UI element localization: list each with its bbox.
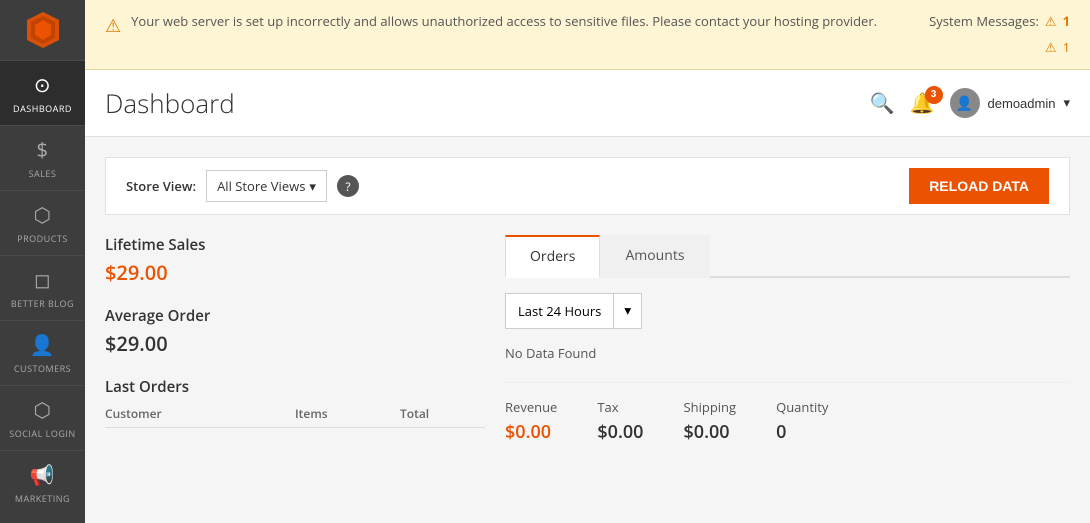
sidebar-item-marketing[interactable]: 📢 MARKETING (0, 450, 85, 515)
revenue-stat: Revenue $0.00 (505, 398, 557, 444)
store-view-select[interactable]: All Store Views ▾ (206, 170, 327, 202)
time-period-select[interactable]: Last 24 Hours (505, 293, 614, 329)
revenue-value: $0.00 (505, 420, 557, 444)
page-title: Dashboard (105, 85, 235, 121)
secondary-warning-icon: ⚠ (1045, 38, 1057, 56)
shipping-value: $0.00 (683, 420, 736, 444)
quantity-value: 0 (776, 420, 828, 444)
tax-value: $0.00 (597, 420, 643, 444)
marketing-icon: 📢 (30, 461, 55, 488)
chevron-down-icon: ▾ (1063, 95, 1070, 111)
sidebar: ⊙ DASHBOARD $ SALES ⬡ PRODUCTS ◻ BETTER … (0, 0, 85, 523)
quantity-stat: Quantity 0 (776, 398, 828, 444)
sidebar-item-customers[interactable]: 👤 CUSTOMERS (0, 320, 85, 385)
customers-icon: 👤 (30, 331, 55, 358)
warning-left: ⚠ Your web server is set up incorrectly … (105, 12, 929, 38)
sidebar-item-sales[interactable]: $ SALES (0, 125, 85, 190)
system-messages-warning-icon: ⚠ (1045, 12, 1057, 30)
dashboard-grid: Lifetime Sales $29.00 Average Order $29.… (105, 235, 1070, 448)
warning-banner: ⚠ Your web server is set up incorrectly … (85, 0, 1090, 70)
revenue-label: Revenue (505, 398, 557, 416)
content-area: Store View: All Store Views ▾ ? Reload D… (85, 137, 1090, 523)
average-order-value: $29.00 (105, 330, 485, 357)
col-customer-header: Customer (105, 405, 275, 422)
secondary-warning: ⚠ 1 (1045, 38, 1070, 56)
tab-amounts[interactable]: Amounts (600, 235, 709, 278)
lifetime-sales-label: Lifetime Sales (105, 235, 485, 255)
right-column: Orders Amounts Last 24 Hours ▾ N (505, 235, 1070, 448)
no-data-message: No Data Found (505, 344, 1070, 362)
last-orders-block: Last Orders Customer Items Total (105, 377, 485, 428)
search-button[interactable]: 🔍 (870, 91, 895, 116)
dropdown-icon: ▾ (624, 303, 631, 318)
header-actions: 🔍 🔔 3 👤 demoadmin ▾ (870, 88, 1070, 118)
store-view-value: All Store Views (217, 177, 305, 195)
shipping-label: Shipping (683, 398, 736, 416)
sidebar-item-dashboard[interactable]: ⊙ DASHBOARD (0, 60, 85, 125)
average-order-block: Average Order $29.00 (105, 306, 485, 357)
sidebar-item-label: DASHBOARD (13, 102, 72, 115)
store-view-bar: Store View: All Store Views ▾ ? Reload D… (105, 157, 1070, 215)
reload-data-button[interactable]: Reload Data (909, 168, 1049, 204)
chart-stats-row: Revenue $0.00 Tax $0.00 Shipping $0.00 Q… (505, 382, 1070, 444)
sidebar-item-better-blog[interactable]: ◻ BETTER BLOG (0, 255, 85, 320)
sidebar-item-products[interactable]: ⬡ PRODUCTS (0, 190, 85, 255)
blog-icon: ◻ (34, 266, 51, 293)
sidebar-item-label: PRODUCTS (17, 232, 68, 245)
system-messages-label: System Messages: (929, 12, 1039, 30)
sidebar-item-label: SOCIAL LOGIN (9, 427, 75, 440)
help-icon[interactable]: ? (337, 175, 359, 197)
sidebar-item-label: CUSTOMERS (14, 362, 71, 375)
sidebar-item-label: BETTER BLOG (11, 297, 74, 310)
left-column: Lifetime Sales $29.00 Average Order $29.… (105, 235, 485, 448)
time-period-dropdown-button[interactable]: ▾ (614, 293, 642, 329)
products-icon: ⬡ (34, 201, 52, 228)
tax-stat: Tax $0.00 (597, 398, 643, 444)
average-order-label: Average Order (105, 306, 485, 326)
sidebar-item-social-login[interactable]: ⬡ SOCIAL LOGIN (0, 385, 85, 450)
warning-icon: ⚠ (105, 14, 121, 38)
user-menu-button[interactable]: 👤 demoadmin ▾ (950, 88, 1070, 118)
store-view-chevron-icon: ▾ (309, 177, 316, 195)
search-icon: 🔍 (870, 93, 895, 115)
tax-label: Tax (597, 398, 643, 416)
last-orders-title: Last Orders (105, 377, 485, 397)
social-icon: ⬡ (34, 396, 52, 423)
main-content: ⚠ Your web server is set up incorrectly … (85, 0, 1090, 523)
orders-table-header: Customer Items Total (105, 405, 485, 428)
time-period-value: Last 24 Hours (518, 302, 601, 320)
dashboard-icon: ⊙ (34, 71, 51, 98)
notification-button[interactable]: 🔔 3 (910, 91, 935, 116)
system-messages-count: 1 (1063, 12, 1070, 30)
time-filter: Last 24 Hours ▾ (505, 293, 1070, 329)
quantity-label: Quantity (776, 398, 828, 416)
lifetime-sales-block: Lifetime Sales $29.00 (105, 235, 485, 286)
warning-right: System Messages: ⚠ 1 ⚠ 1 (929, 12, 1070, 56)
page-header: Dashboard 🔍 🔔 3 👤 demoadmin ▾ (85, 70, 1090, 137)
notification-badge: 3 (925, 86, 943, 104)
chart-tabs: Orders Amounts (505, 235, 1070, 278)
col-total-header: Total (400, 405, 485, 422)
store-view-label: Store View: (126, 177, 196, 195)
store-view-left: Store View: All Store Views ▾ ? (126, 170, 359, 202)
sidebar-logo[interactable] (0, 0, 85, 60)
avatar: 👤 (950, 88, 980, 118)
user-name: demoadmin (988, 96, 1056, 111)
col-items-header: Items (295, 405, 380, 422)
warning-text: Your web server is set up incorrectly an… (131, 12, 877, 32)
secondary-warning-count: 1 (1063, 38, 1070, 56)
sidebar-item-label: SALES (29, 167, 57, 180)
system-messages: System Messages: ⚠ 1 (929, 12, 1070, 30)
sales-icon: $ (37, 136, 49, 163)
lifetime-sales-value: $29.00 (105, 259, 485, 286)
tab-orders[interactable]: Orders (505, 235, 600, 278)
shipping-stat: Shipping $0.00 (683, 398, 736, 444)
sidebar-item-label: MARKETING (15, 492, 70, 505)
